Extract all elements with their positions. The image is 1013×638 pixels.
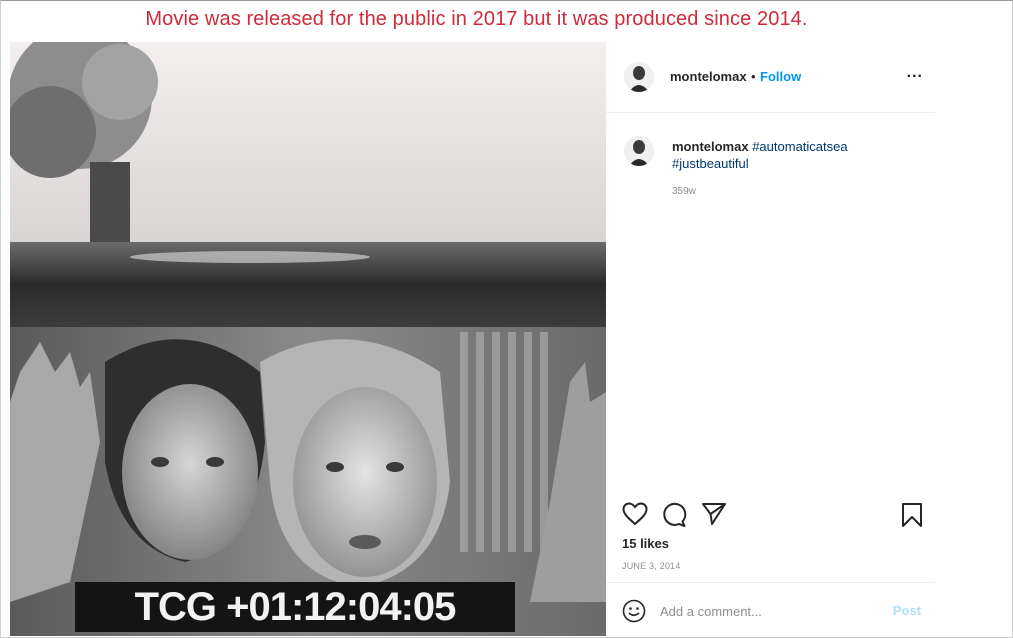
bookmark-icon[interactable] [901, 502, 923, 533]
caption-username[interactable]: montelomax [672, 139, 749, 154]
caption-age: 359w [672, 186, 696, 197]
heart-icon[interactable] [622, 502, 648, 531]
annotation-caption: Movie was released for the public in 201… [145, 8, 808, 30]
photo-illustration [10, 42, 606, 636]
avatar[interactable] [624, 62, 654, 92]
post-sidebar: montelomax • Follow ... montelomax #auto… [606, 42, 935, 636]
header-meta: montelomax • Follow [670, 68, 801, 86]
hashtag-link[interactable]: #automaticatsea [752, 139, 847, 154]
timecode-overlay: TCG +01:12:04:05 [75, 582, 515, 632]
action-bar [606, 498, 935, 538]
hashtag-link[interactable]: #justbeautiful [672, 156, 749, 171]
post-date[interactable]: JUNE 3, 2014 [622, 561, 680, 571]
paper-plane-icon[interactable] [701, 502, 727, 531]
post-button[interactable]: Post [893, 603, 921, 618]
post-caption: montelomax #automaticatsea #justbeautifu… [672, 138, 922, 172]
comment-input[interactable] [660, 601, 880, 621]
header-username[interactable]: montelomax [670, 69, 747, 84]
post-header: montelomax • Follow ... [606, 42, 935, 113]
likes-count[interactable]: 15 likes [622, 536, 669, 551]
follow-button[interactable]: Follow [760, 69, 801, 84]
avatar-image [624, 62, 654, 92]
separator-dot: • [751, 69, 756, 84]
comment-bar: Post [606, 582, 935, 637]
post-photo[interactable]: TCG +01:12:04:05 [10, 42, 606, 636]
caption-avatar-image [624, 136, 654, 166]
caption-avatar[interactable] [624, 136, 654, 166]
more-options-button[interactable]: ... [907, 64, 923, 82]
smiley-icon[interactable] [622, 599, 646, 628]
comment-icon[interactable] [661, 502, 687, 533]
